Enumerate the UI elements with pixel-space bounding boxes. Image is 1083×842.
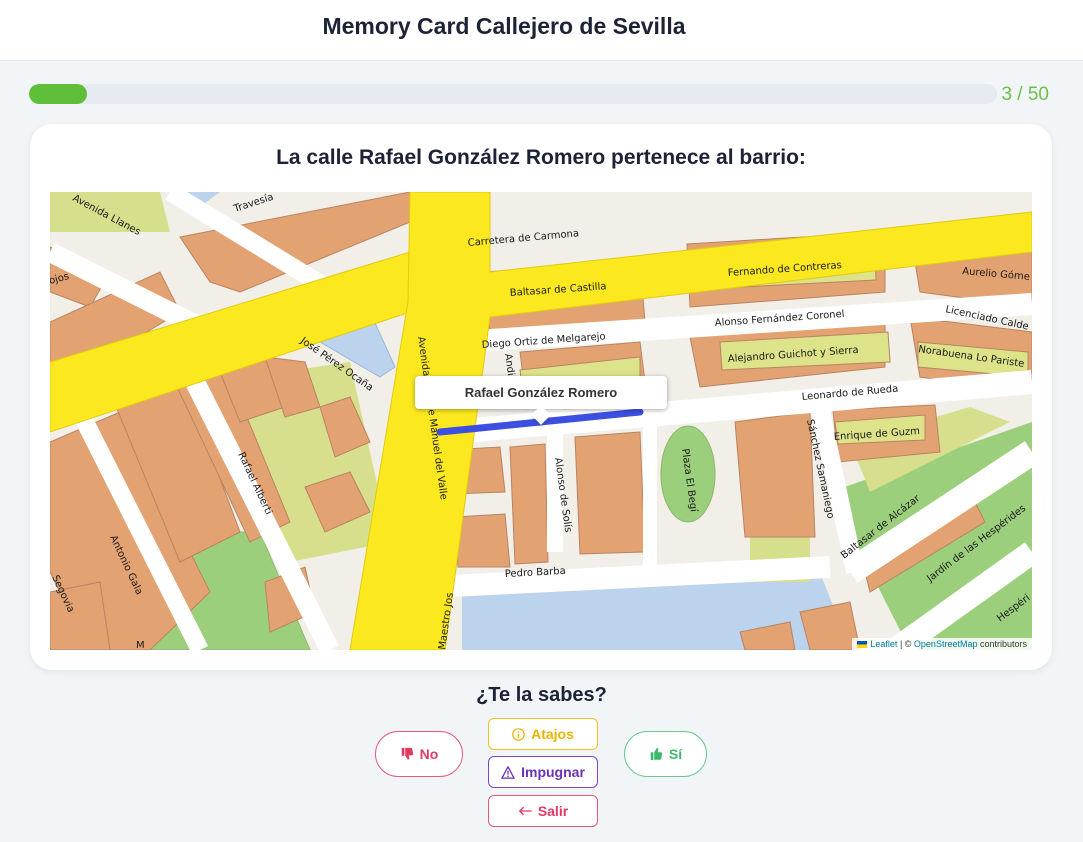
- no-button[interactable]: No: [375, 731, 463, 777]
- openstreetmap-link[interactable]: OpenStreetMap: [914, 639, 978, 649]
- street-label: M: [136, 640, 145, 650]
- thumbs-down-icon: [400, 747, 414, 761]
- progress-bar: [29, 84, 997, 104]
- warning-triangle-icon: [501, 765, 515, 779]
- info-circle-icon: [512, 727, 525, 741]
- attribution-contributors: contributors: [977, 639, 1027, 649]
- thumbs-up-icon: [649, 747, 663, 761]
- yes-button[interactable]: Sí: [624, 731, 707, 777]
- exit-button[interactable]: Salir: [488, 795, 598, 827]
- map-attribution: Leaflet | © OpenStreetMap contributors: [852, 638, 1032, 650]
- leaflet-link[interactable]: Leaflet: [870, 639, 897, 649]
- progress-counter: 3 / 50: [1001, 84, 1049, 105]
- prompt-text: ¿Te la sabes?: [476, 684, 607, 706]
- challenge-button[interactable]: Impugnar: [488, 756, 598, 788]
- exit-button-label: Salir: [537, 803, 569, 819]
- question-text: La calle Rafael González Romero pertenec…: [276, 146, 806, 169]
- shortcuts-button-label: Atajos: [531, 726, 574, 742]
- attribution-separator: | ©: [897, 639, 914, 649]
- street-tooltip: Rafael González Romero: [415, 376, 667, 409]
- no-button-label: No: [419, 746, 439, 762]
- yes-button-label: Sí: [668, 746, 683, 762]
- question-card: La calle Rafael González Romero pertenec…: [30, 124, 1052, 670]
- app-title: Memory Card Callejero de Sevilla: [322, 13, 686, 39]
- top-bar: Memory Card Callejero de Sevilla: [0, 0, 1083, 61]
- shortcuts-button[interactable]: Atajos: [488, 718, 598, 750]
- challenge-button-label: Impugnar: [521, 764, 585, 780]
- arrow-left-icon: [518, 806, 532, 816]
- ukraine-flag-icon: [857, 641, 868, 649]
- street-map[interactable]: Avenida Llanes Travesía Carretera de Car…: [50, 192, 1032, 650]
- progress-bar-fill: [29, 84, 88, 104]
